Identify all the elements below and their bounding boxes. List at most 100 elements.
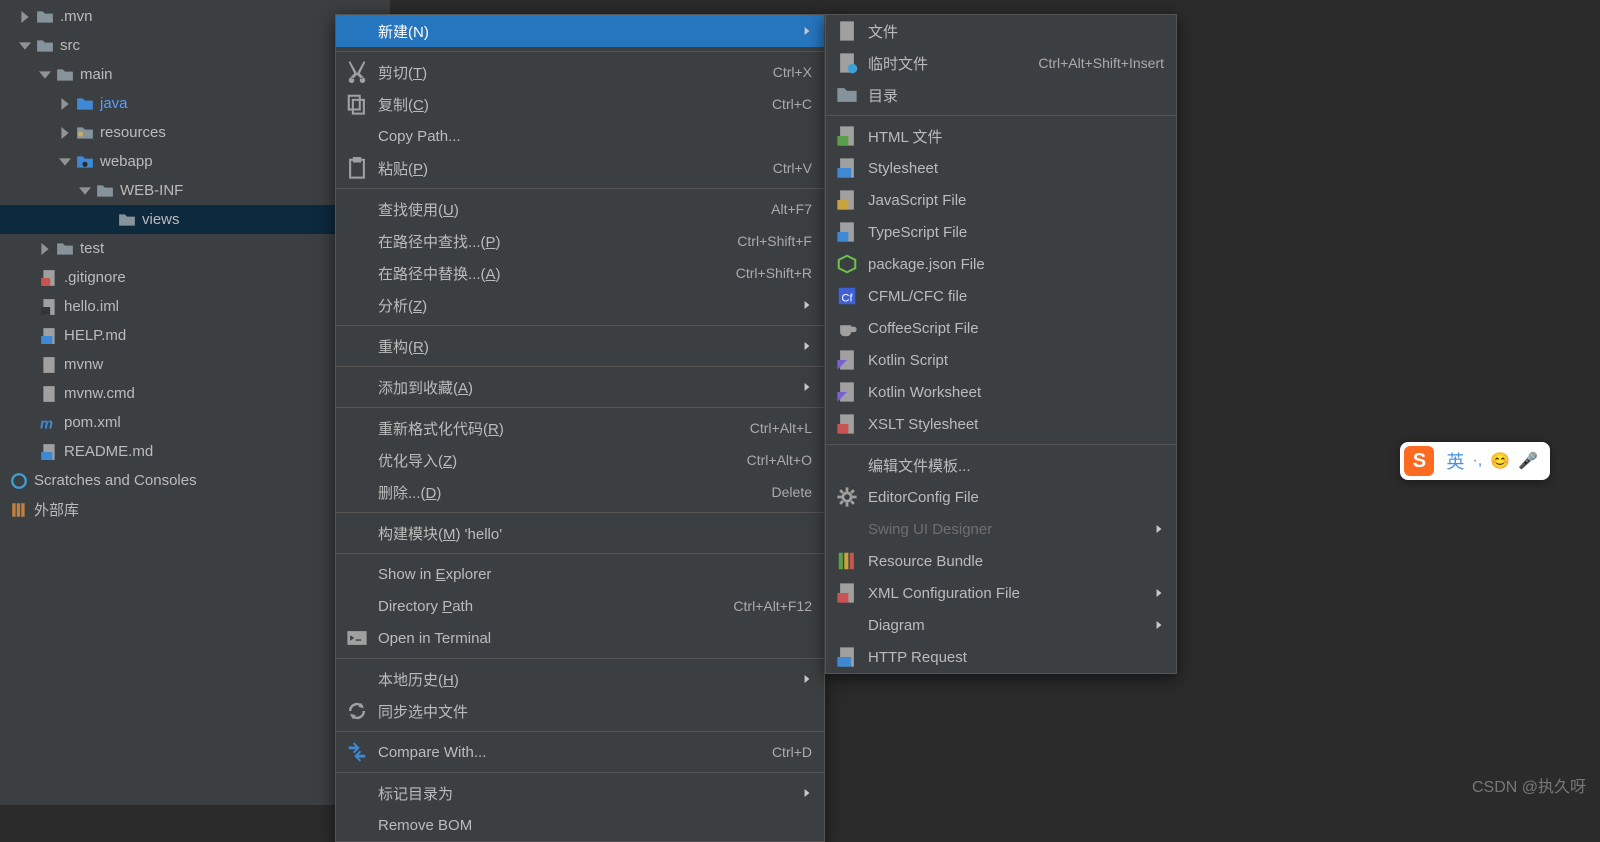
menu-item-compare[interactable]: Compare With... Ctrl+D bbox=[336, 736, 824, 768]
menu-item-directory[interactable]: 目录 bbox=[826, 79, 1176, 111]
menu-item-findusages[interactable]: 查找使用(U) Alt+F7 bbox=[336, 193, 824, 225]
menu-item-copypath[interactable]: Copy Path... bbox=[336, 120, 824, 152]
tree-label: webapp bbox=[100, 153, 153, 170]
chevron-down-icon bbox=[78, 184, 92, 198]
menu-item-scratch[interactable]: 临时文件 Ctrl+Alt+Shift+Insert bbox=[826, 47, 1176, 79]
chevron-down-icon bbox=[18, 39, 32, 53]
menu-item-sync[interactable]: 同步选中文件 bbox=[336, 695, 824, 727]
menu-item-replaceinpath[interactable]: 在路径中替换...(A) Ctrl+Shift+R bbox=[336, 257, 824, 289]
menu-item-editorconfig[interactable]: EditorConfig File bbox=[826, 481, 1176, 513]
menu-label: Stylesheet bbox=[868, 160, 1164, 177]
menu-item-delete[interactable]: 删除...(D) Delete bbox=[336, 476, 824, 508]
menu-item-reformat[interactable]: 重新格式化代码(R) Ctrl+Alt+L bbox=[336, 412, 824, 444]
menu-label: 目录 bbox=[868, 85, 1164, 106]
menu-item-cut[interactable]: 剪切(T) Ctrl+X bbox=[336, 56, 824, 88]
menu-item-terminal[interactable]: Open in Terminal bbox=[336, 622, 824, 654]
menu-item-analyze[interactable]: 分析(Z) bbox=[336, 289, 824, 321]
tree-item-java[interactable]: java bbox=[0, 89, 390, 118]
menu-item-copy[interactable]: 复制(C) Ctrl+C bbox=[336, 88, 824, 120]
tree-item-helpmd[interactable]: HELP.md bbox=[0, 321, 390, 350]
tree-item-main[interactable]: main bbox=[0, 60, 390, 89]
api-file-icon bbox=[836, 646, 858, 668]
menu-item-removebom[interactable]: Remove BOM bbox=[336, 809, 824, 841]
menu-label: 构建模块(M) 'hello' bbox=[378, 523, 812, 544]
menu-item-showexplorer[interactable]: Show in Explorer bbox=[336, 558, 824, 590]
menu-item-paste[interactable]: 粘贴(P) Ctrl+V bbox=[336, 152, 824, 184]
menu-item-addfav[interactable]: 添加到收藏(A) bbox=[336, 371, 824, 403]
menu-label: 编辑文件模板... bbox=[868, 455, 1164, 476]
shortcut: Alt+F7 bbox=[771, 201, 812, 217]
tree-label: test bbox=[80, 240, 104, 257]
menu-item-findinpath[interactable]: 在路径中查找...(P) Ctrl+Shift+F bbox=[336, 225, 824, 257]
tree-item-webinf[interactable]: WEB-INF bbox=[0, 176, 390, 205]
menu-item-resbundle[interactable]: Resource Bundle bbox=[826, 545, 1176, 577]
chevron-down-icon bbox=[38, 68, 52, 82]
kotlin-ws-icon bbox=[836, 381, 858, 403]
folder-icon bbox=[36, 37, 54, 55]
tree-item-extlib[interactable]: 外部库 bbox=[0, 495, 390, 524]
menu-item-file[interactable]: 文件 bbox=[826, 15, 1176, 47]
tree-item-resources[interactable]: resources bbox=[0, 118, 390, 147]
kotlin-file-icon bbox=[836, 349, 858, 371]
ime-mic-icon[interactable]: 🎤 bbox=[1518, 451, 1538, 471]
menu-label: Open in Terminal bbox=[378, 630, 812, 647]
tree-item-mvn[interactable]: .mvn bbox=[0, 2, 390, 31]
chevron-right-icon bbox=[38, 242, 52, 256]
menu-item-refactor[interactable]: 重构(R) bbox=[336, 330, 824, 362]
tree-label: HELP.md bbox=[64, 327, 126, 344]
menu-item-js[interactable]: JavaScript File bbox=[826, 184, 1176, 216]
menu-label: HTML 文件 bbox=[868, 126, 1164, 147]
menu-item-kts[interactable]: Kotlin Script bbox=[826, 344, 1176, 376]
menu-label: 分析(Z) bbox=[378, 295, 794, 316]
menu-label: Directory Path bbox=[378, 598, 733, 615]
tree-item-helloiml[interactable]: hello.iml bbox=[0, 292, 390, 321]
menu-item-coffee[interactable]: CoffeeScript File bbox=[826, 312, 1176, 344]
menu-label: Remove BOM bbox=[378, 817, 812, 834]
menu-item-packagejson[interactable]: package.json File bbox=[826, 248, 1176, 280]
menu-item-markdir[interactable]: 标记目录为 bbox=[336, 777, 824, 809]
menu-separator bbox=[336, 51, 824, 52]
ime-punct[interactable]: ·, bbox=[1472, 452, 1482, 470]
css-file-icon bbox=[836, 157, 858, 179]
tree-item-gitignore[interactable]: .gitignore bbox=[0, 263, 390, 292]
shortcut: Ctrl+D bbox=[772, 744, 812, 760]
menu-item-xslt[interactable]: XSLT Stylesheet bbox=[826, 408, 1176, 440]
menu-item-cfml[interactable]: Cf CFML/CFC file bbox=[826, 280, 1176, 312]
tree-item-views[interactable]: views bbox=[0, 205, 390, 234]
menu-item-dirpath[interactable]: Directory Path Ctrl+Alt+F12 bbox=[336, 590, 824, 622]
scissors-icon bbox=[346, 61, 368, 83]
menu-item-xmlcfg[interactable]: XML Configuration File bbox=[826, 577, 1176, 609]
file-icon bbox=[836, 20, 858, 42]
shortcut: Ctrl+V bbox=[773, 160, 812, 176]
menu-item-ktws[interactable]: Kotlin Worksheet bbox=[826, 376, 1176, 408]
project-tree[interactable]: .mvn src main java resources webapp WEB-… bbox=[0, 0, 390, 805]
menu-item-http[interactable]: HTTP Request bbox=[826, 641, 1176, 673]
menu-item-stylesheet[interactable]: Stylesheet bbox=[826, 152, 1176, 184]
tree-item-mvnwcmd[interactable]: mvnw.cmd bbox=[0, 379, 390, 408]
tree-item-test[interactable]: test bbox=[0, 234, 390, 263]
chevron-right-icon bbox=[58, 97, 72, 111]
menu-item-diagram[interactable]: Diagram bbox=[826, 609, 1176, 641]
text-file-icon bbox=[40, 385, 58, 403]
menu-item-build[interactable]: 构建模块(M) 'hello' bbox=[336, 517, 824, 549]
tree-item-scratches[interactable]: Scratches and Consoles bbox=[0, 466, 390, 495]
submenu-new: 文件 临时文件 Ctrl+Alt+Shift+Insert 目录 HTML 文件… bbox=[825, 14, 1177, 674]
resource-bundle-icon bbox=[836, 550, 858, 572]
gitignore-file-icon bbox=[40, 269, 58, 287]
menu-item-optimize[interactable]: 优化导入(Z) Ctrl+Alt+O bbox=[336, 444, 824, 476]
tree-item-src[interactable]: src bbox=[0, 31, 390, 60]
menu-separator bbox=[826, 444, 1176, 445]
ime-toolbar[interactable]: S 英 ·, 😊 🎤 bbox=[1400, 442, 1550, 480]
ime-emoji[interactable]: 😊 bbox=[1490, 451, 1510, 471]
tree-item-readme[interactable]: README.md bbox=[0, 437, 390, 466]
tree-item-pomxml[interactable]: m pom.xml bbox=[0, 408, 390, 437]
menu-item-ts[interactable]: TypeScript File bbox=[826, 216, 1176, 248]
menu-item-html[interactable]: HTML 文件 bbox=[826, 120, 1176, 152]
ime-lang[interactable]: 英 bbox=[1446, 448, 1464, 474]
menu-item-edittemplates[interactable]: 编辑文件模板... bbox=[826, 449, 1176, 481]
tree-item-mvnw[interactable]: mvnw bbox=[0, 350, 390, 379]
menu-item-new[interactable]: 新建(N) bbox=[336, 15, 824, 47]
menu-item-localhist[interactable]: 本地历史(H) bbox=[336, 663, 824, 695]
tree-item-webapp[interactable]: webapp bbox=[0, 147, 390, 176]
menu-label: XML Configuration File bbox=[868, 585, 1146, 602]
